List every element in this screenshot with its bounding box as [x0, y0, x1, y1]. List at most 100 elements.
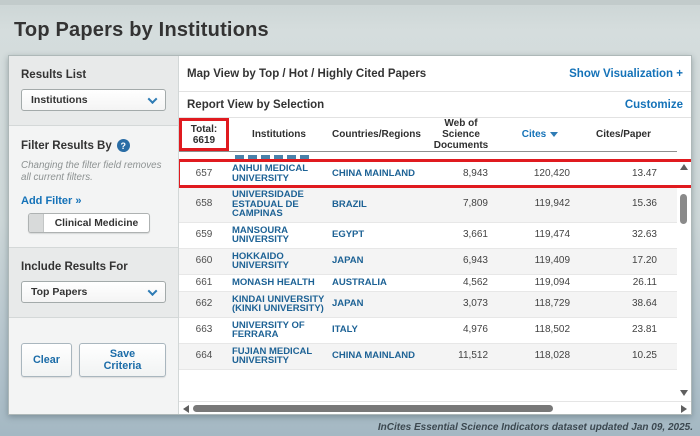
total-value: 6619	[193, 135, 215, 146]
row-cites-per-paper: 13.47	[582, 166, 665, 182]
chevron-down-icon	[148, 286, 158, 296]
table-header: Total: 6619 Institutions Countries/Regio…	[179, 118, 677, 152]
row-wos-documents: 11,512	[424, 348, 498, 364]
row-cites: 119,474	[498, 227, 582, 243]
row-country: EGYPT	[329, 227, 424, 243]
scroll-down-icon[interactable]	[680, 390, 688, 396]
save-criteria-button[interactable]: Save Criteria	[79, 343, 166, 377]
page: Top Papers by Institutions Results List …	[0, 0, 700, 436]
row-cites: 118,028	[498, 348, 582, 364]
row-rank: 659	[179, 227, 229, 243]
filter-section: Filter Results By ? Changing the filter …	[9, 126, 178, 248]
map-view-bar: Map View by Top / Hot / Highly Cited Pap…	[179, 56, 691, 92]
row-country: JAPAN	[329, 296, 424, 312]
column-header-cites[interactable]: Cites	[498, 118, 582, 151]
table-row[interactable]: 657 ANHUI MEDICAL UNIVERSITY CHINA MAINL…	[179, 161, 677, 187]
table-body: 657 ANHUI MEDICAL UNIVERSITY CHINA MAINL…	[179, 161, 677, 370]
results-list-label: Results List	[21, 69, 166, 81]
row-cites-per-paper: 10.25	[582, 348, 665, 364]
filter-note: Changing the filter field removes all cu…	[21, 160, 166, 184]
table-row[interactable]: 660 HOKKAIDO UNIVERSITY JAPAN 6,943 119,…	[179, 249, 677, 275]
row-country: BRAZIL	[329, 197, 424, 213]
results-list-value: Institutions	[31, 94, 88, 106]
row-cites-per-paper: 38.64	[582, 296, 665, 312]
table-row[interactable]: 663 UNIVERSITY OF FERRARA ITALY 4,976 11…	[179, 318, 677, 344]
page-title: Top Papers by Institutions	[0, 6, 700, 51]
row-cites-per-paper: 32.63	[582, 227, 665, 243]
row-country: CHINA MAINLAND	[329, 166, 424, 182]
row-wos-documents: 4,562	[424, 275, 498, 291]
row-institution[interactable]: UNIVERSITY OF FERRARA	[229, 318, 329, 343]
row-cites: 119,942	[498, 196, 582, 212]
include-results-dropdown[interactable]: Top Papers	[21, 281, 166, 303]
row-institution[interactable]: KINDAI UNIVERSITY (KINKI UNIVERSITY)	[229, 292, 329, 317]
row-wos-documents: 7,809	[424, 196, 498, 212]
table-body-wrap: 657 ANHUI MEDICAL UNIVERSITY CHINA MAINL…	[179, 152, 691, 401]
total-label: Total:	[191, 124, 217, 135]
row-country: JAPAN	[329, 253, 424, 269]
row-rank: 660	[179, 253, 229, 269]
row-cites: 119,094	[498, 275, 582, 291]
include-results-label: Include Results For	[21, 261, 166, 273]
table-row[interactable]: 662 KINDAI UNIVERSITY (KINKI UNIVERSITY)…	[179, 292, 677, 318]
row-institution[interactable]: HOKKAIDO UNIVERSITY	[229, 249, 329, 274]
row-cites-per-paper: 23.81	[582, 322, 665, 338]
row-country: CHINA MAINLAND	[329, 348, 424, 364]
row-cites-per-paper: 15.36	[582, 196, 665, 212]
clipped-previous-row	[179, 152, 677, 161]
results-list-dropdown[interactable]: Institutions	[21, 89, 166, 111]
add-filter-link[interactable]: Add Filter »	[21, 195, 82, 207]
table-row[interactable]: 664 FUJIAN MEDICAL UNIVERSITY CHINA MAIN…	[179, 344, 677, 370]
table-row[interactable]: 658 UNIVERSIDADE ESTADUAL DE CAMPINAS BR…	[179, 187, 677, 223]
scroll-right-icon[interactable]	[681, 405, 687, 413]
column-header-documents: Web of Science Documents	[424, 118, 498, 151]
scroll-up-icon[interactable]	[680, 164, 688, 170]
active-filter-chip[interactable]: Clinical Medicine	[28, 213, 150, 233]
horizontal-scroll-thumb[interactable]	[193, 405, 553, 412]
report-view-title: Report View by Selection	[187, 99, 324, 111]
clear-button[interactable]: Clear	[21, 343, 72, 377]
results-list-section: Results List Institutions	[9, 56, 178, 126]
include-results-section: Include Results For Top Papers	[9, 248, 178, 318]
actions-section: Clear Save Criteria	[9, 318, 178, 414]
row-cites: 120,420	[498, 166, 582, 182]
main-content: Map View by Top / Hot / Highly Cited Pap…	[179, 56, 691, 414]
row-rank: 663	[179, 322, 229, 338]
horizontal-scrollbar[interactable]	[179, 401, 691, 414]
scroll-left-icon[interactable]	[183, 405, 189, 413]
row-rank: 664	[179, 348, 229, 364]
row-cites: 118,502	[498, 322, 582, 338]
row-rank: 658	[179, 196, 229, 212]
filter-results-label: Filter Results By	[21, 140, 112, 152]
table-row[interactable]: 659 MANSOURA UNIVERSITY EGYPT 3,661 119,…	[179, 223, 677, 249]
vertical-scrollbar[interactable]	[678, 152, 690, 401]
row-wos-documents: 6,943	[424, 253, 498, 269]
filter-chip-handle-icon	[29, 214, 44, 232]
row-wos-documents: 4,976	[424, 322, 498, 338]
customize-link[interactable]: Customize	[625, 99, 683, 111]
row-rank: 662	[179, 296, 229, 312]
table-row[interactable]: 661 MONASH HEALTH AUSTRALIA 4,562 119,09…	[179, 275, 677, 292]
help-icon[interactable]: ?	[117, 139, 130, 152]
row-country: AUSTRALIA	[329, 275, 424, 291]
content-panel: Results List Institutions Filter Results…	[8, 55, 692, 415]
vertical-scroll-thumb[interactable]	[680, 194, 687, 224]
row-wos-documents: 8,943	[424, 166, 498, 182]
row-rank: 661	[179, 275, 229, 291]
dataset-updated-note: InCites Essential Science Indicators dat…	[378, 422, 693, 433]
row-cites: 119,409	[498, 253, 582, 269]
column-header-countries: Countries/Regions	[329, 118, 424, 151]
chevron-down-icon	[148, 94, 158, 104]
row-wos-documents: 3,073	[424, 296, 498, 312]
total-count-cell: Total: 6619	[179, 118, 229, 151]
column-header-cites-paper: Cites/Paper	[582, 118, 665, 151]
show-visualization-link[interactable]: Show Visualization +	[569, 68, 683, 80]
column-header-institutions: Institutions	[229, 118, 329, 151]
report-view-bar: Report View by Selection Customize	[179, 92, 691, 118]
row-institution[interactable]: UNIVERSIDADE ESTADUAL DE CAMPINAS	[229, 187, 329, 222]
row-institution[interactable]: MANSOURA UNIVERSITY	[229, 223, 329, 248]
row-institution[interactable]: MONASH HEALTH	[229, 275, 329, 291]
row-institution[interactable]: FUJIAN MEDICAL UNIVERSITY	[229, 344, 329, 369]
row-institution[interactable]: ANHUI MEDICAL UNIVERSITY	[229, 161, 329, 186]
include-results-value: Top Papers	[31, 286, 87, 298]
